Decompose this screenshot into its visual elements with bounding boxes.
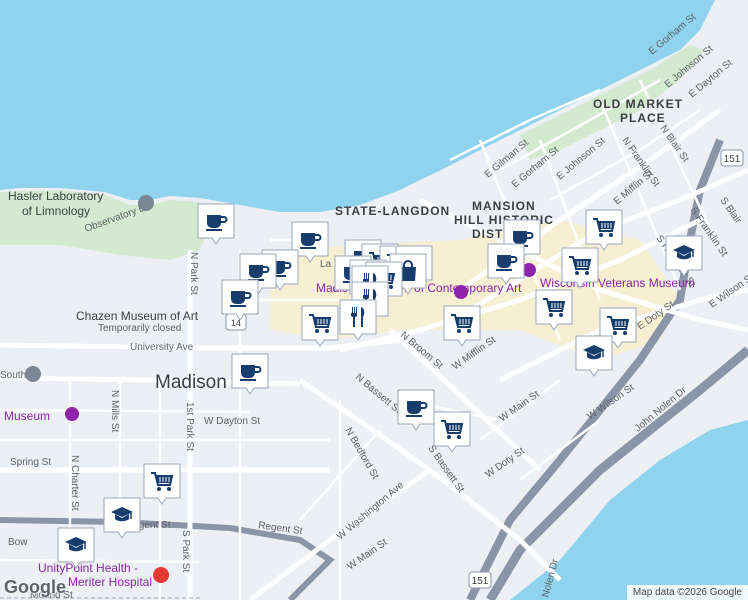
school-pin-bow[interactable]	[57, 527, 95, 569]
school-pin-regent[interactable]	[103, 497, 141, 539]
map-canvas[interactable]: STATE-LANGDON OLD MARKET PLACE MANSION H…	[0, 0, 748, 600]
museum-poi-icon	[65, 407, 79, 421]
district-state-langdon: STATE-LANGDON	[335, 204, 450, 218]
street-south: South	[0, 370, 26, 381]
coffee-pin-veterans[interactable]	[487, 243, 525, 285]
coffee-pin-lakeshore[interactable]	[197, 203, 235, 245]
street-spring: Spring St	[10, 457, 51, 468]
museum-poi-icon-mmoca	[454, 285, 468, 299]
poi-unitypoint: UnityPoint Health -	[38, 561, 138, 575]
district-old-market: OLD MARKET	[593, 97, 683, 111]
cart-pin-mifflin[interactable]	[585, 209, 623, 251]
street-1st-park: 1st Park St	[184, 402, 195, 451]
poi-chazen-closed: Temporarily closed	[98, 323, 181, 334]
cart-pin-square-2[interactable]	[535, 289, 573, 331]
street-langdon: La	[320, 259, 332, 270]
cart-pin-state[interactable]	[301, 305, 339, 347]
cluster-pin-fork-3[interactable]	[339, 299, 377, 341]
coffee-pin-bassett[interactable]	[397, 389, 435, 431]
school-pin-wilson[interactable]	[575, 335, 613, 377]
street-n-charter: N Charter St	[69, 455, 80, 511]
district-dist: DIST	[472, 227, 503, 241]
coffee-pin-madison[interactable]	[231, 353, 269, 395]
school-poi-icon	[138, 195, 154, 211]
google-logo: Google	[4, 577, 66, 597]
street-university: University Ave	[130, 342, 194, 353]
map-attribution[interactable]: Map data ©2026 Google	[626, 585, 748, 600]
street-s-park: S Park St	[180, 530, 191, 572]
cart-pin-square-1[interactable]	[561, 247, 599, 289]
district-old-market-place: PLACE	[620, 111, 666, 125]
coffee-pin-chazen[interactable]	[221, 279, 259, 321]
cart-pin-bassett[interactable]	[433, 411, 471, 453]
street-n-mills: N Mills St	[109, 390, 120, 432]
school-pin-hancock[interactable]	[665, 235, 703, 277]
hospital-icon	[153, 567, 169, 583]
shield-151-bottom: 151	[472, 576, 489, 587]
cart-pin-regent[interactable]	[143, 463, 181, 505]
poi-meriter: Meriter Hospital	[68, 575, 152, 589]
street-bow: Bow	[8, 537, 28, 548]
street-w-dayton: W Dayton St	[204, 416, 260, 427]
street-n-park: N Park St	[188, 252, 199, 295]
district-mansion: MANSION	[472, 199, 536, 213]
city-label-madison: Madison	[155, 372, 227, 393]
poi-museum: Museum	[4, 409, 50, 423]
poi-chazen: Chazen Museum of Art	[76, 309, 199, 323]
school-poi-icon-south	[25, 366, 41, 382]
cart-pin-broom[interactable]	[443, 305, 481, 347]
shield-151-top: 151	[724, 154, 741, 165]
poi-hasler-2: of Limnology	[22, 204, 90, 218]
poi-hasler-1: Hasler Laboratory	[8, 189, 103, 203]
